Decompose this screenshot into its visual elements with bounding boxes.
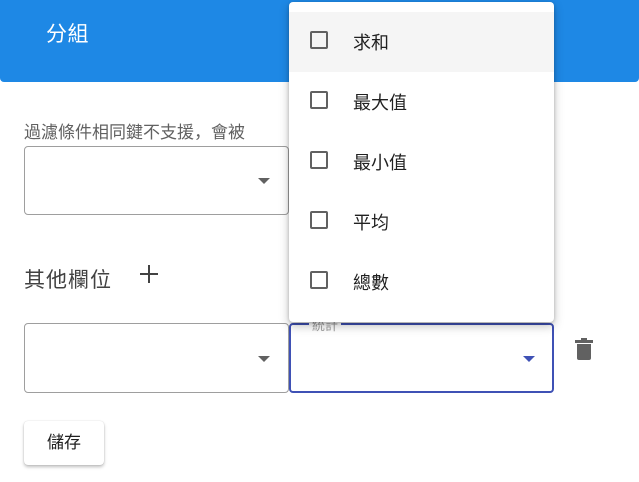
filter-hint-text: 過濾條件相同鍵不支援，會被 <box>24 123 245 143</box>
stat-options-menu: 求和 最大值 最小值 平均 總數 <box>289 2 554 322</box>
menu-item-label: 最小值 <box>353 153 407 174</box>
add-field-button[interactable] <box>137 262 161 286</box>
menu-item-label: 最大值 <box>353 93 407 114</box>
checkbox-icon[interactable] <box>310 271 328 289</box>
checkbox-icon[interactable] <box>310 91 328 109</box>
checkbox-icon[interactable] <box>310 31 328 49</box>
chevron-down-icon <box>258 356 270 362</box>
save-button[interactable]: 儲存 <box>24 421 104 465</box>
checkbox-icon[interactable] <box>310 211 328 229</box>
stat-select[interactable]: 統計 <box>289 315 554 393</box>
checkbox-icon[interactable] <box>310 151 328 169</box>
menu-item-label: 求和 <box>353 33 389 54</box>
menu-item-max[interactable]: 最大值 <box>289 72 554 132</box>
dialog-title: 分組 <box>46 22 89 46</box>
menu-item-label: 總數 <box>353 273 389 294</box>
menu-item-label: 平均 <box>353 213 389 234</box>
menu-item-count[interactable]: 總數 <box>289 252 554 312</box>
menu-item-average[interactable]: 平均 <box>289 192 554 252</box>
menu-item-min[interactable]: 最小值 <box>289 132 554 192</box>
other-fields-title: 其他欄位 <box>24 268 112 292</box>
group-key-select[interactable] <box>24 146 289 215</box>
field-select[interactable] <box>24 323 289 393</box>
chevron-down-icon <box>523 356 535 362</box>
menu-item-sum[interactable]: 求和 <box>289 12 554 72</box>
delete-icon[interactable] <box>575 338 595 362</box>
group-dialog: 分組 過濾條件相同鍵不支援，會被 其他欄位 統計 儲存 求和 最大值 最小值 平… <box>0 0 639 482</box>
chevron-down-icon <box>258 178 270 184</box>
